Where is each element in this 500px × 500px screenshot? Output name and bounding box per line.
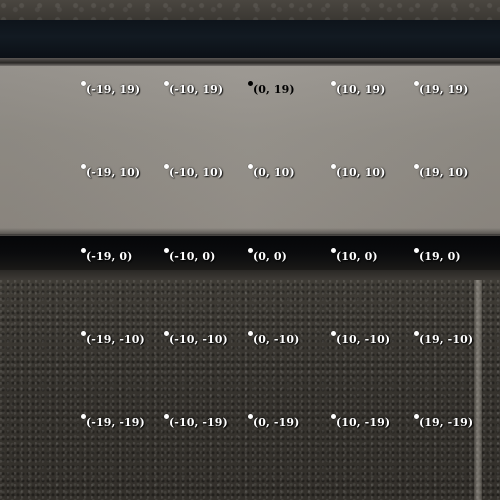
coordinate-label: (-19, 19)	[86, 83, 141, 96]
coordinate-marker[interactable]: (0, 0)	[248, 248, 343, 264]
coordinate-marker[interactable]: (0, -19)	[248, 414, 343, 430]
coordinate-label: (19, 10)	[419, 166, 469, 179]
coordinate-label: (19, -10)	[419, 333, 474, 346]
coordinate-marker[interactable]: (10, -10)	[331, 331, 426, 347]
curb-lip	[0, 270, 500, 280]
asphalt-ground	[0, 280, 500, 500]
coordinate-label: (-19, 10)	[86, 166, 141, 179]
coordinate-label: (0, -10)	[253, 333, 300, 346]
coordinate-marker[interactable]: (-10, 10)	[164, 164, 259, 180]
coordinate-marker[interactable]: (19, -19)	[414, 414, 500, 430]
coordinate-marker[interactable]: (19, -10)	[414, 331, 500, 347]
coordinate-marker[interactable]: (0, 10)	[248, 164, 343, 180]
coordinate-label: (-10, -10)	[169, 333, 228, 346]
coordinate-marker[interactable]: (0, 19)	[248, 81, 343, 97]
coordinate-label: (-19, -19)	[86, 416, 145, 429]
coordinate-label: (-10, 0)	[169, 250, 216, 263]
slab-shadow	[0, 228, 500, 236]
road-edge-stripe	[474, 280, 482, 500]
coordinate-label: (10, 19)	[336, 83, 386, 96]
coordinate-label: (19, 0)	[419, 250, 461, 263]
coordinate-label: (19, -19)	[419, 416, 474, 429]
coordinate-marker[interactable]: (-19, 0)	[81, 248, 176, 264]
coordinate-marker[interactable]: (10, 19)	[331, 81, 426, 97]
map-view[interactable]: (-19, 19) (-10, 19) (0, 19) (10, 19) (19, 19…	[0, 0, 500, 500]
terrain-dark-band	[0, 20, 500, 58]
coordinate-label: (-19, -10)	[86, 333, 145, 346]
coordinate-label: (-10, -19)	[169, 416, 228, 429]
coordinate-label: (10, -10)	[336, 333, 391, 346]
coordinate-marker[interactable]: (-10, 0)	[164, 248, 259, 264]
coordinate-marker[interactable]: (0, -10)	[248, 331, 343, 347]
coordinate-label: (10, 0)	[336, 250, 378, 263]
slab-top-edge	[0, 58, 500, 66]
coordinate-label: (10, -19)	[336, 416, 391, 429]
coordinate-marker[interactable]: (-10, -19)	[164, 414, 259, 430]
coordinate-label: (0, 19)	[253, 83, 295, 96]
coordinate-marker[interactable]: (19, 10)	[414, 164, 500, 180]
coordinate-marker[interactable]: (-19, 10)	[81, 164, 176, 180]
coordinate-label: (-10, 10)	[169, 166, 224, 179]
coordinate-marker[interactable]: (-19, -10)	[81, 331, 176, 347]
coordinate-marker[interactable]: (-19, 19)	[81, 81, 176, 97]
coordinate-marker[interactable]: (10, -19)	[331, 414, 426, 430]
terrain-rock-band	[0, 0, 500, 20]
coordinate-label: (-10, 19)	[169, 83, 224, 96]
coordinate-label: (19, 19)	[419, 83, 469, 96]
coordinate-label: (10, 10)	[336, 166, 386, 179]
coordinate-marker[interactable]: (-10, -10)	[164, 331, 259, 347]
coordinate-marker[interactable]: (-19, -19)	[81, 414, 176, 430]
coordinate-marker[interactable]: (19, 19)	[414, 81, 500, 97]
coordinate-label: (-19, 0)	[86, 250, 133, 263]
coordinate-marker[interactable]: (-10, 19)	[164, 81, 259, 97]
coordinate-label: (0, -19)	[253, 416, 300, 429]
coordinate-marker[interactable]: (10, 0)	[331, 248, 426, 264]
coordinate-marker[interactable]: (19, 0)	[414, 248, 500, 264]
coordinate-label: (0, 0)	[253, 250, 287, 263]
coordinate-label: (0, 10)	[253, 166, 295, 179]
coordinate-marker[interactable]: (10, 10)	[331, 164, 426, 180]
